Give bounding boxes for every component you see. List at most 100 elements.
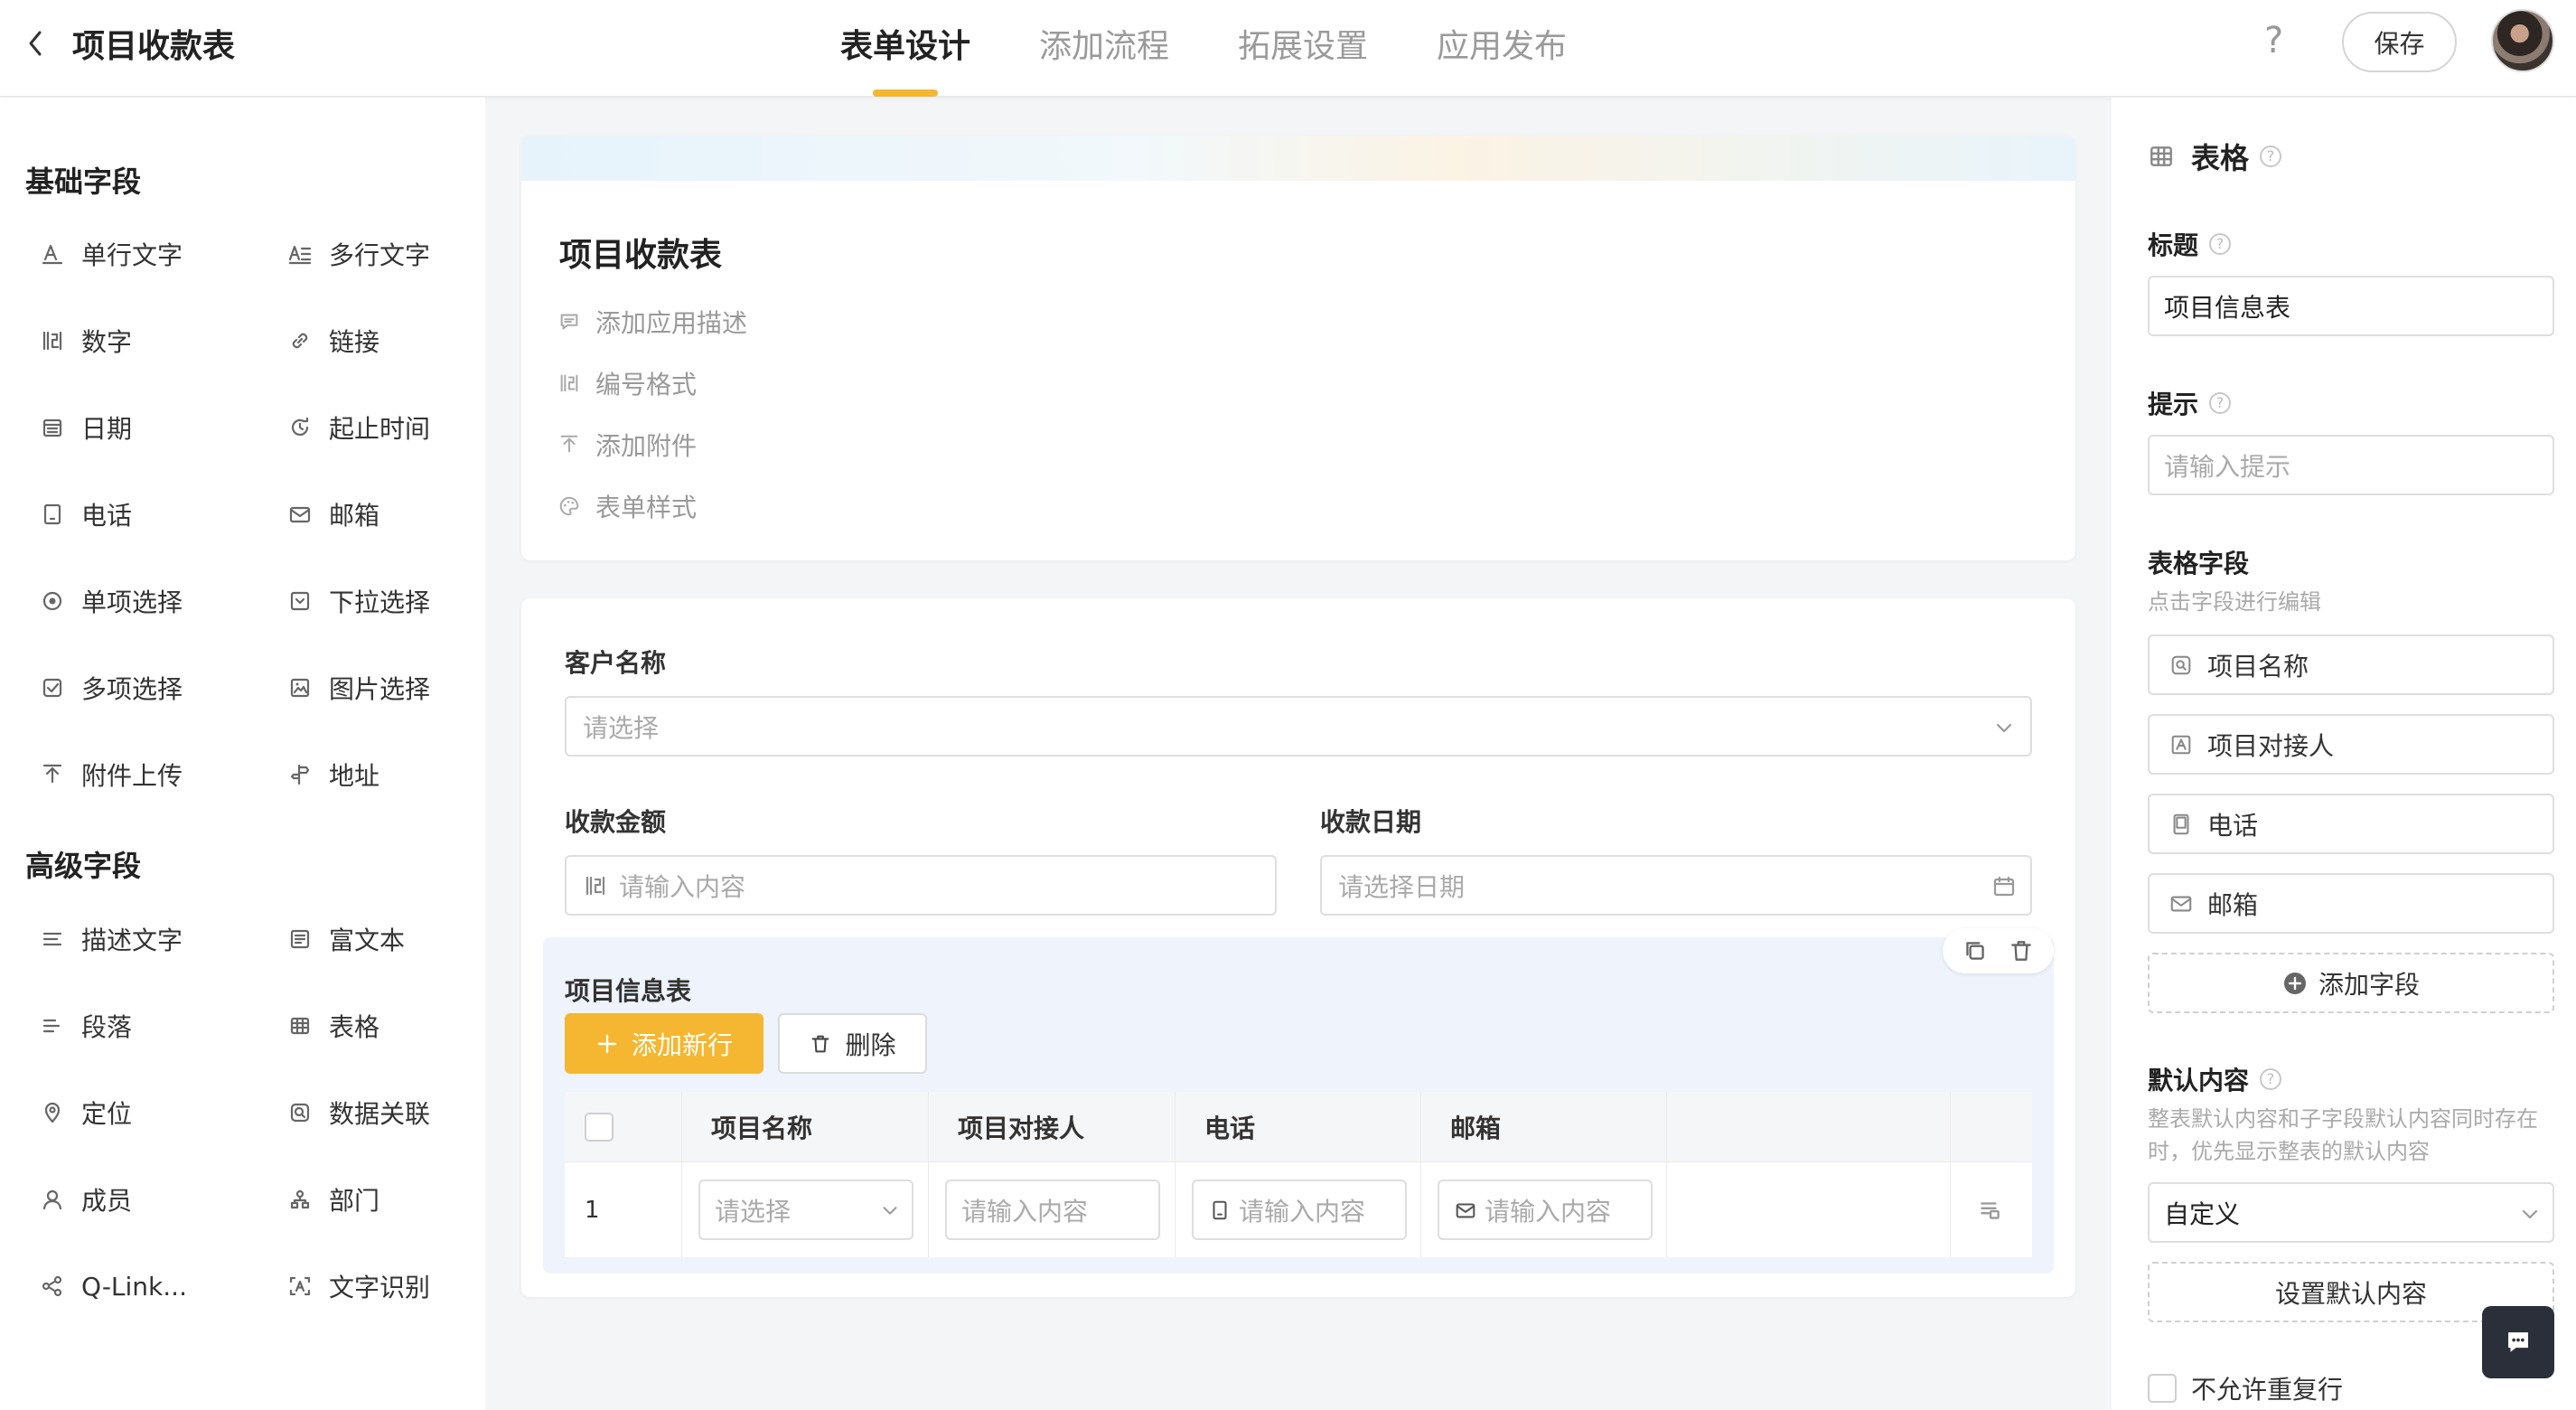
hint-field-label: 提示 ? (2148, 385, 2232, 421)
header-select-all (565, 1092, 682, 1162)
phone-icon (2173, 813, 2189, 834)
field-q-link[interactable]: Q-Link... (40, 1268, 187, 1304)
field-rich-text[interactable]: 富文本 (287, 921, 405, 957)
help-circle-icon[interactable]: ? (2260, 1068, 2282, 1090)
table-field-mail[interactable]: 邮箱 (2148, 873, 2554, 934)
table-icon (290, 1017, 310, 1035)
phone-input[interactable]: 请输入内容 (1192, 1180, 1407, 1240)
address-icon (290, 764, 310, 785)
column-header: 电话 (1176, 1092, 1421, 1162)
hint-label-text: 提示 (2148, 390, 2199, 419)
share-icon (42, 1275, 62, 1297)
title-label-text: 标题 (2148, 230, 2199, 260)
help-circle-icon[interactable]: ? (2209, 233, 2232, 255)
table-fields-label: 表格字段 (2148, 549, 2250, 578)
form-title[interactable]: 项目收款表 (559, 229, 722, 276)
add-description-link[interactable]: 添加应用描述 (557, 304, 747, 340)
field-mail[interactable]: 邮箱 (287, 496, 379, 532)
field-location[interactable]: 定位 (40, 1095, 132, 1131)
copy-icon[interactable] (1962, 937, 1989, 964)
table-field-project-name[interactable]: 项目名称 (2148, 634, 2554, 695)
column-header: 邮箱 (1421, 1092, 1667, 1162)
delete-row-button[interactable]: 删除 (778, 1013, 927, 1074)
table-field-project-contact[interactable]: 项目对接人 (2148, 714, 2554, 775)
form-style-link[interactable]: 表单样式 (557, 488, 697, 524)
radio-icon (42, 591, 62, 611)
tab-add-workflow[interactable]: 添加流程 (1039, 20, 1169, 67)
field-label: 起止时间 (329, 414, 431, 444)
field-radio[interactable]: 单项选择 (40, 583, 183, 619)
field-member[interactable]: 成员 (40, 1181, 132, 1217)
hint-input[interactable]: 请输入提示 (2148, 435, 2554, 495)
row-detail-icon[interactable] (1976, 1197, 2003, 1224)
default-select-value: 自定义 (2164, 1198, 2241, 1229)
field-upload[interactable]: 附件上传 (40, 757, 183, 793)
field-address[interactable]: 地址 (287, 757, 379, 793)
number-format-link[interactable]: 编号格式 (557, 365, 697, 401)
user-avatar[interactable] (2491, 9, 2554, 72)
trash-icon[interactable] (2008, 937, 2035, 964)
chat-support-button[interactable] (2482, 1306, 2554, 1378)
properties-panel: 表格 ? 标题 ? 项目信息表 提示 ? 请输入提示 表格字段 点击字段进行编辑… (2112, 98, 2576, 1410)
data-link-icon (290, 1103, 310, 1123)
field-image-select[interactable]: 图片选择 (287, 670, 430, 706)
field-number[interactable]: 数字 (40, 323, 132, 359)
field-label: 单行文字 (81, 240, 183, 270)
add-attachment-link[interactable]: 添加附件 (557, 427, 697, 463)
panel-type-title: 表格 (2191, 141, 2250, 175)
upload-icon (560, 435, 578, 453)
field-data-link[interactable]: 数据关联 (287, 1095, 430, 1131)
table-field-phone[interactable]: 电话 (2148, 794, 2554, 854)
save-button[interactable]: 保存 (2342, 12, 2457, 72)
field-department[interactable]: 部门 (287, 1181, 379, 1217)
amount-input[interactable]: 请输入内容 (565, 855, 1277, 916)
meta-label: 表单样式 (595, 493, 698, 522)
title-input[interactable]: 项目信息表 (2148, 276, 2554, 336)
help-circle-icon[interactable]: ? (2209, 392, 2232, 414)
title-input-value: 项目信息表 (2164, 292, 2291, 323)
add-row-button[interactable]: 添加新行 (565, 1013, 763, 1074)
mail-input[interactable]: 请输入内容 (1438, 1180, 1653, 1240)
field-ocr[interactable]: 文字识别 (287, 1268, 430, 1304)
field-label: 地址 (329, 761, 380, 791)
default-content-select[interactable]: 自定义 (2148, 1182, 2554, 1243)
project-name-select[interactable]: 请选择 (698, 1180, 913, 1240)
field-label: 数据关联 (329, 1099, 431, 1129)
add-field-button[interactable]: 添加字段 (2148, 953, 2554, 1013)
field-paragraph[interactable]: 段落 (40, 1008, 132, 1044)
field-checkbox[interactable]: 多项选择 (40, 670, 183, 706)
field-table[interactable]: 表格 (287, 1008, 379, 1044)
row-actions (1951, 1162, 2032, 1257)
tab-extension-settings[interactable]: 拓展设置 (1238, 20, 1368, 67)
payment-date-picker[interactable]: 请选择日期 (1320, 855, 2032, 916)
no-repeat-option[interactable]: 不允许重复行 (2148, 1370, 2343, 1406)
chat-icon (2508, 1332, 2528, 1352)
back-arrow-icon[interactable] (22, 25, 51, 61)
field-single-text[interactable]: 单行文字 (40, 236, 183, 272)
help-circle-icon[interactable]: ? (2260, 146, 2282, 167)
field-dropdown[interactable]: 下拉选择 (287, 583, 430, 619)
panel-type-header: 表格 ? (2148, 136, 2282, 177)
advanced-fields-heading: 高级字段 (25, 849, 142, 883)
tab-app-publish[interactable]: 应用发布 (1437, 20, 1567, 67)
field-phone[interactable]: 电话 (40, 496, 132, 532)
no-repeat-checkbox[interactable] (2148, 1374, 2177, 1403)
field-link[interactable]: 链接 (287, 323, 379, 359)
field-label: 附件上传 (81, 761, 183, 791)
mail-icon (1456, 1202, 1475, 1217)
field-description[interactable]: 描述文字 (40, 921, 183, 957)
comment-icon (560, 314, 578, 330)
select-all-checkbox[interactable] (585, 1112, 614, 1142)
field-date[interactable]: 日期 (40, 409, 132, 446)
sub-table-widget[interactable]: 项目信息表 添加新行 删除 项目名称 项目对接人 电话 邮箱 1 请选择 请输入… (543, 928, 2054, 1274)
help-icon[interactable]: ? (2264, 20, 2283, 61)
project-contact-input[interactable]: 请输入内容 (945, 1180, 1160, 1240)
customer-name-select[interactable]: 请选择 (565, 696, 2032, 757)
field-multi-text[interactable]: 多行文字 (287, 236, 430, 272)
table-cell: 请输入内容 (1421, 1162, 1667, 1257)
field-time-range[interactable]: 起止时间 (287, 409, 430, 446)
app-title: 项目收款表 (72, 28, 236, 65)
tab-form-design[interactable]: 表单设计 (840, 20, 970, 67)
form-header-card[interactable]: 项目收款表 添加应用描述 编号格式 添加附件 表单样式 (521, 136, 2075, 560)
field-label: 成员 (81, 1186, 133, 1216)
